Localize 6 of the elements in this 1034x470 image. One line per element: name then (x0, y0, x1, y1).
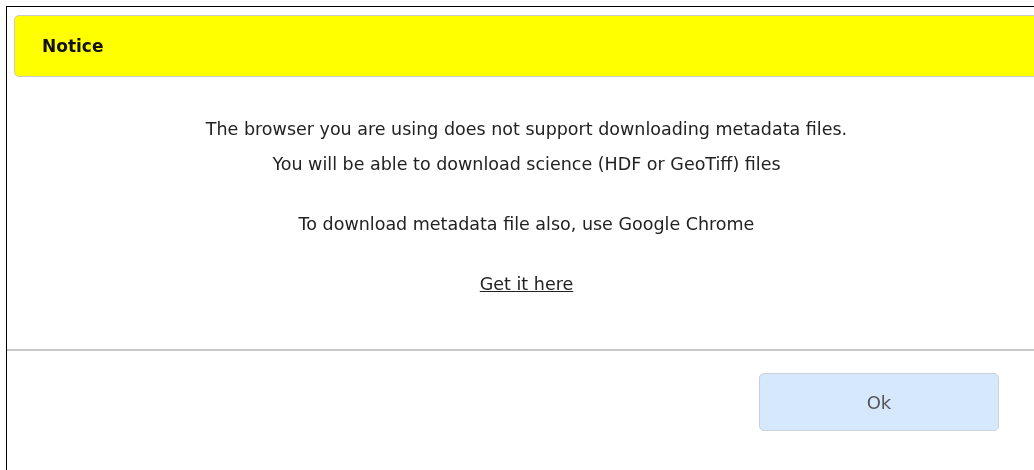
message-text: To download metadata file also, use Google Chrome (297, 213, 756, 236)
message-text: The browser you are using does not support downloading metadata files. (204, 118, 849, 141)
ok-button[interactable]: Ok (759, 373, 999, 431)
message-text: You will be able to download science (HDF or GeoTiff) files (271, 153, 782, 176)
dialog-title: Notice (42, 36, 104, 56)
download-link[interactable]: Get it here (479, 274, 574, 294)
